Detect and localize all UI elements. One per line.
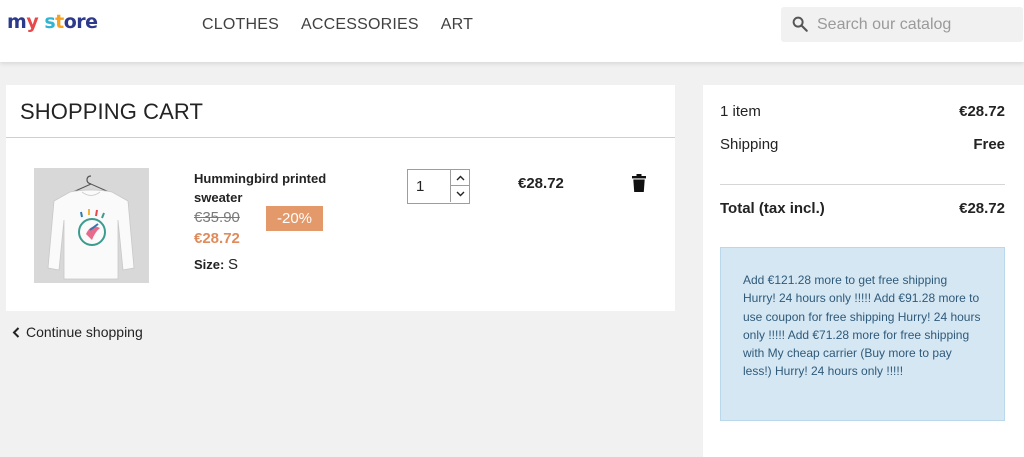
divider <box>720 184 1005 185</box>
items-count: 1 item <box>720 103 761 120</box>
quantity-stepper <box>407 169 470 204</box>
nav-item-art[interactable]: ART <box>441 16 473 34</box>
cart-summary: 1 item €28.72 Shipping Free Total (tax i… <box>703 85 1024 457</box>
logo-part: m <box>7 11 27 33</box>
continue-shopping-link[interactable]: Continue shopping <box>12 324 143 340</box>
page-title: SHOPPING CART <box>20 99 204 124</box>
cart-panel: SHOPPING CART Hummingbird printed sweate… <box>6 85 675 311</box>
product-image[interactable] <box>34 168 149 283</box>
total-label: Total (tax incl.) <box>720 200 825 217</box>
shipping-label: Shipping <box>720 136 779 153</box>
trash-icon[interactable] <box>632 174 646 192</box>
summary-total-row: Total (tax incl.) €28.72 <box>720 200 1005 217</box>
line-total: €28.72 <box>518 175 564 192</box>
logo-part: s <box>38 11 56 33</box>
items-value: €28.72 <box>959 103 1005 120</box>
search-icon[interactable] <box>791 15 809 33</box>
chevron-up-icon <box>456 175 465 181</box>
logo-part: y <box>26 11 39 33</box>
chevron-left-icon <box>12 326 20 338</box>
increase-quantity-button[interactable] <box>450 170 470 186</box>
regular-price: €35.90 <box>194 209 240 226</box>
shipping-notice: Add €121.28 more to get free shipping Hu… <box>720 247 1005 421</box>
logo-part: t <box>55 11 64 33</box>
sweater-image <box>34 168 149 283</box>
shipping-value: Free <box>973 136 1005 153</box>
summary-shipping-row: Shipping Free <box>720 136 1005 153</box>
search-input[interactable] <box>817 7 1017 42</box>
summary-items-row: 1 item €28.72 <box>720 103 1005 120</box>
total-value: €28.72 <box>959 200 1005 217</box>
continue-shopping-label: Continue shopping <box>26 324 143 340</box>
chevron-down-icon <box>456 191 465 197</box>
product-name[interactable]: Hummingbird printed sweater <box>194 169 354 207</box>
store-logo[interactable]: my store <box>7 11 98 33</box>
size-value: S <box>227 256 238 273</box>
current-price: €28.72 <box>194 230 240 247</box>
quantity-input[interactable] <box>408 170 450 203</box>
discount-badge: -20% <box>266 206 323 231</box>
decrease-quantity-button[interactable] <box>450 186 470 202</box>
site-header: my store CLOTHES ACCESSORIES ART <box>0 0 1024 62</box>
size-attribute: Size: S <box>194 256 238 273</box>
main-nav: CLOTHES ACCESSORIES ART <box>202 16 473 34</box>
nav-item-accessories[interactable]: ACCESSORIES <box>301 16 419 34</box>
size-label: Size: <box>194 257 225 272</box>
divider <box>6 137 675 138</box>
nav-item-clothes[interactable]: CLOTHES <box>202 16 279 34</box>
search-box <box>781 7 1023 42</box>
logo-part: ore <box>63 11 98 33</box>
